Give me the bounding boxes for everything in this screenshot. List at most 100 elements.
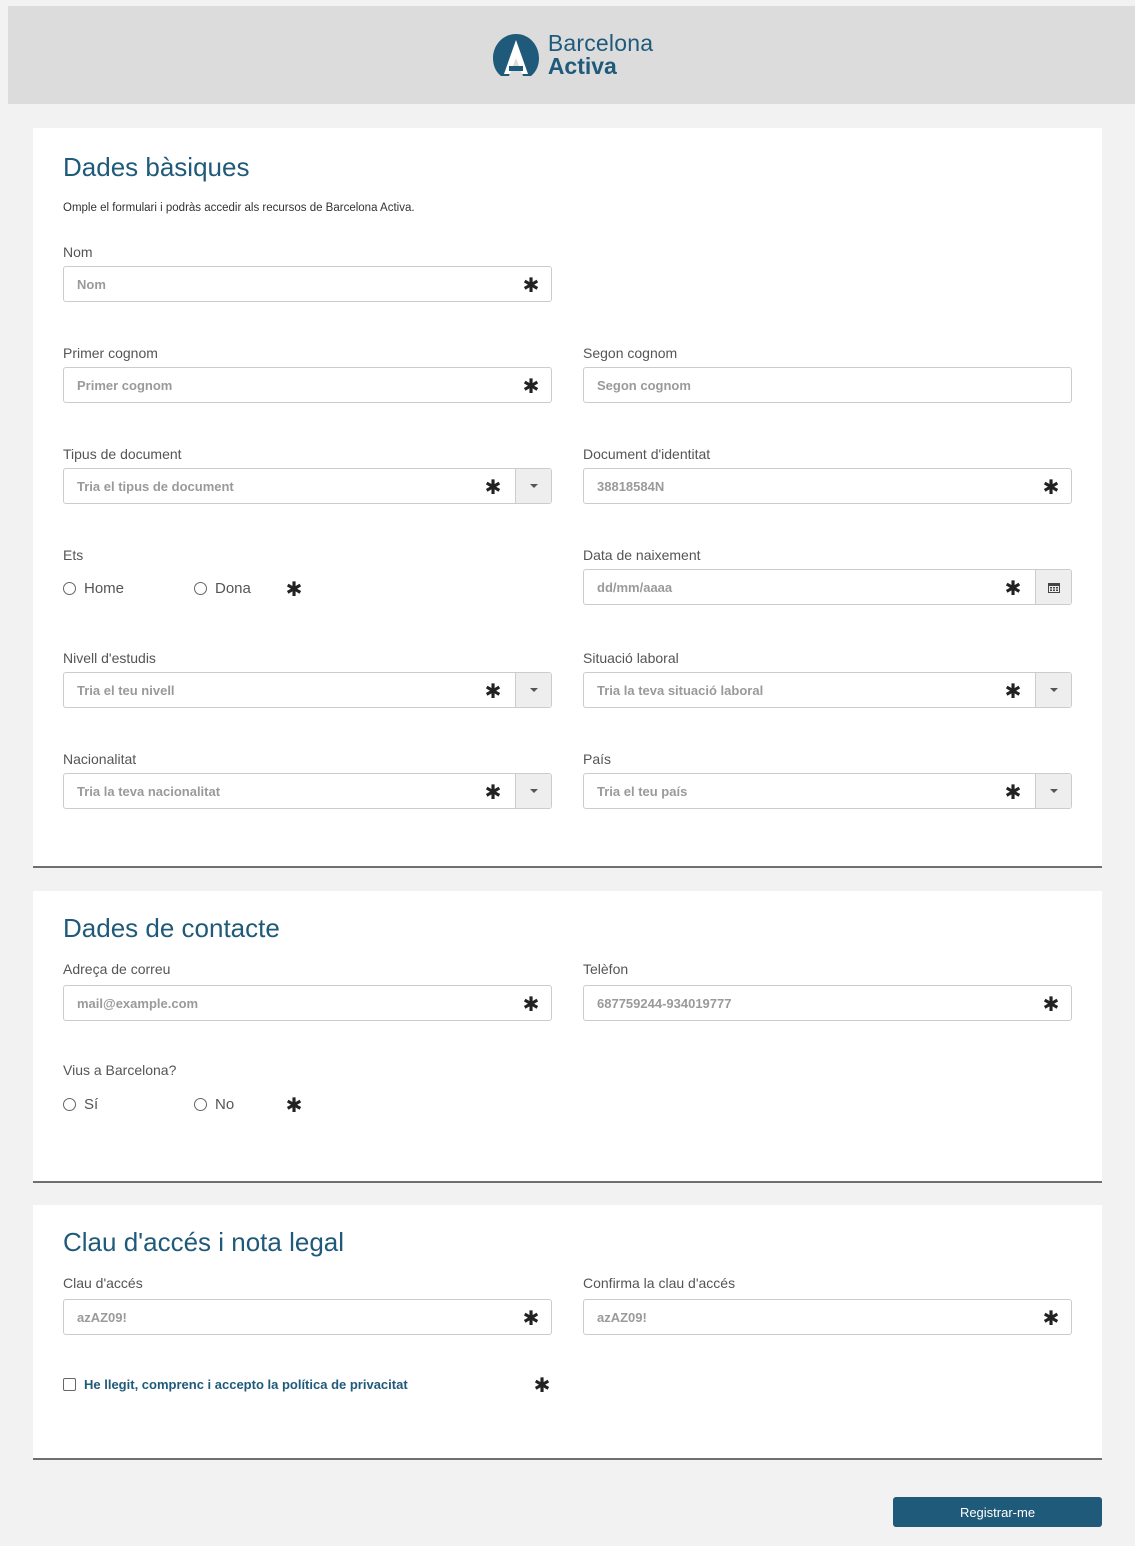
data-naixement-label: Data de naixement [583,547,701,563]
required-icon: ✱ [1042,476,1060,499]
pais-label: País [583,751,612,767]
radio-si[interactable]: Sí [63,1096,194,1113]
email-label: Adreça de correu [63,961,171,977]
header-bar: Barcelona Activa [8,6,1135,104]
ets-label: Ets [63,547,84,563]
chevron-down-icon [1049,688,1058,692]
radio-circle-icon[interactable] [63,1097,76,1111]
barcelona-label: Vius a Barcelona? [63,1062,177,1078]
required-icon: ✱ [285,578,303,601]
basic-data-subtitle: Omple el formulari i podràs accedir als … [63,202,415,214]
nacionalitat-field: Nacionalitat Tria la teva nacionalitat ✱ [63,749,552,809]
required-icon: ✱ [522,274,540,297]
clau-input[interactable]: azAZ09! ✱ [63,1299,552,1335]
required-icon: ✱ [484,476,502,499]
legal-card: Clau d'accés i nota legal Clau d'accés a… [33,1205,1102,1460]
required-icon: ✱ [522,1307,540,1330]
register-button[interactable]: Registrar-me [893,1497,1102,1527]
nivell-estudis-label: Nivell d'estudis [63,650,156,666]
privacy-checkbox-row[interactable]: He llegit, comprenc i accepto la polític… [63,1373,554,1396]
nom-input[interactable]: Nom ✱ [63,266,552,302]
radio-home[interactable]: Home [63,580,194,597]
required-icon: ✱ [1042,993,1060,1016]
calendar-button[interactable] [1035,570,1071,604]
tipus-document-select[interactable]: Tria el tipus de document ✱ [63,468,552,504]
nom-placeholder: Nom [77,276,106,292]
barcelona-activa-logo[interactable]: Barcelona Activa [490,32,653,78]
nacionalitat-placeholder: Tria la teva nacionalitat [77,783,221,799]
data-naixement-field: Data de naixement dd/mm/aaaa ✱ [583,545,1072,605]
required-icon: ✱ [1042,1307,1060,1330]
required-icon: ✱ [484,781,502,804]
clau-label: Clau d'accés [63,1275,143,1291]
contact-title: Dades de contacte [63,913,280,943]
confirma-field: Confirma la clau d'accés azAZ09! ✱ [583,1273,1072,1335]
dropdown-button[interactable] [1035,774,1071,808]
legal-title: Clau d'accés i nota legal [63,1227,345,1257]
data-naixement-input[interactable]: dd/mm/aaaa ✱ [583,569,1072,605]
contact-card: Dades de contacte Adreça de correu mail@… [33,891,1102,1183]
required-icon: ✱ [484,680,502,703]
barcelona-radio-group: Sí No ✱ [63,1093,306,1116]
primer-cognom-input[interactable]: Primer cognom ✱ [63,367,552,403]
required-icon: ✱ [1004,781,1022,804]
radio-home-label: Home [84,579,125,597]
dropdown-button[interactable] [515,774,551,808]
radio-circle-icon[interactable] [194,581,207,595]
confirma-input[interactable]: azAZ09! ✱ [583,1299,1072,1335]
dropdown-button[interactable] [515,673,551,707]
nom-label: Nom [63,244,93,260]
email-input[interactable]: mail@example.com ✱ [63,985,552,1021]
barcelona-field: Vius a Barcelona? [63,1060,552,1080]
chevron-down-icon [529,789,538,793]
segon-cognom-input[interactable]: Segon cognom [583,367,1072,403]
segon-cognom-placeholder: Segon cognom [597,377,691,393]
radio-no[interactable]: No [194,1096,282,1113]
situacio-laboral-field: Situació laboral Tria la teva situació l… [583,648,1072,708]
radio-circle-icon[interactable] [63,581,76,595]
dropdown-button[interactable] [515,469,551,503]
primer-cognom-placeholder: Primer cognom [77,377,173,393]
telefon-input[interactable]: 687759244-934019777 ✱ [583,985,1072,1021]
required-icon: ✱ [522,375,540,398]
data-naixement-placeholder: dd/mm/aaaa [597,579,673,595]
pais-field: País Tria el teu país ✱ [583,749,1072,809]
email-placeholder: mail@example.com [77,995,199,1011]
document-placeholder: 38818584N [597,478,665,494]
situacio-laboral-placeholder: Tria la teva situació laboral [597,682,764,698]
nacionalitat-select[interactable]: Tria la teva nacionalitat ✱ [63,773,552,809]
radio-si-label: Sí [84,1095,99,1113]
radio-circle-icon[interactable] [194,1097,207,1111]
nom-field: Nom Nom ✱ [63,242,552,302]
document-input[interactable]: 38818584N ✱ [583,468,1072,504]
nacionalitat-label: Nacionalitat [63,751,137,767]
ets-field: Ets [63,545,552,565]
privacy-checkbox[interactable] [63,1378,76,1391]
logo-line1: Barcelona [547,30,654,56]
chevron-down-icon [529,688,538,692]
chevron-down-icon [1049,789,1058,793]
pais-select[interactable]: Tria el teu país ✱ [583,773,1072,809]
document-field: Document d'identitat 38818584N ✱ [583,444,1072,504]
situacio-laboral-select[interactable]: Tria la teva situació laboral ✱ [583,672,1072,708]
calendar-icon [1047,582,1060,593]
tipus-document-placeholder: Tria el tipus de document [77,478,234,494]
confirma-placeholder: azAZ09! [597,1309,647,1325]
required-icon: ✱ [1004,577,1022,600]
nivell-estudis-select[interactable]: Tria el teu nivell ✱ [63,672,552,708]
required-icon: ✱ [522,993,540,1016]
privacy-label[interactable]: He llegit, comprenc i accepto la polític… [84,1377,530,1392]
dropdown-button[interactable] [1035,673,1071,707]
situacio-laboral-label: Situació laboral [583,650,679,666]
clau-field: Clau d'accés azAZ09! ✱ [63,1273,552,1335]
basic-data-title: Dades bàsiques [63,152,250,182]
basic-data-card: Dades bàsiques Omple el formulari i podr… [33,128,1102,868]
primer-cognom-label: Primer cognom [63,345,158,361]
radio-dona-label: Dona [215,579,251,597]
radio-dona[interactable]: Dona [194,580,282,597]
required-icon: ✱ [533,1375,551,1397]
required-icon: ✱ [1004,680,1022,703]
confirma-label: Confirma la clau d'accés [583,1275,736,1291]
tipus-document-label: Tipus de document [63,446,182,462]
telefon-label: Telèfon [583,961,629,977]
